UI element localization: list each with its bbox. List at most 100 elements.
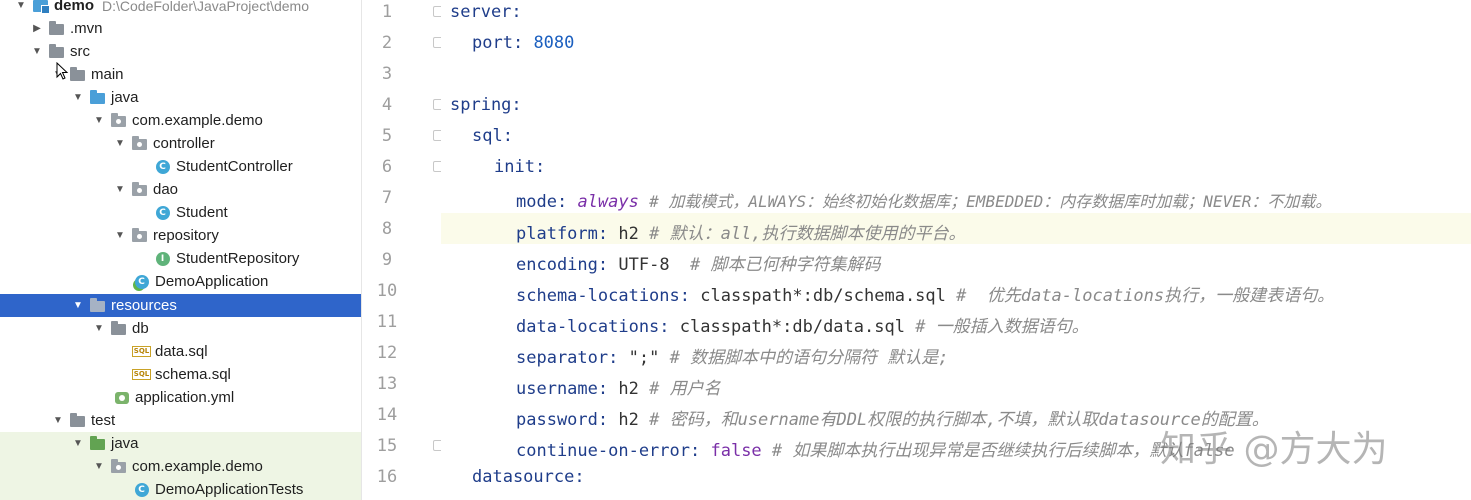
line-number: 7: [381, 188, 393, 208]
tree-item-label: DemoApplication: [155, 273, 269, 290]
line-number: 16: [376, 467, 398, 487]
tree-item-demo-application-tests[interactable]: C DemoApplicationTests: [0, 478, 361, 500]
chevron-down-icon[interactable]: ▼: [71, 300, 85, 311]
line-number: 6: [381, 157, 393, 177]
code-line-15[interactable]: continue-on-error: false # 如果脚本执行出现异常是否继…: [450, 436, 1235, 461]
tree-item-main[interactable]: ▼ main: [0, 63, 361, 86]
module-folder-icon: [32, 0, 50, 14]
tree-item-label: StudentRepository: [176, 250, 300, 267]
tree-item-data-sql[interactable]: SQL data.sql: [0, 340, 361, 363]
tree-item-label: com.example.demo: [132, 458, 263, 475]
code-line-8[interactable]: platform: h2 # 默认：all,执行数据脚本使用的平台。: [450, 219, 966, 244]
editor-gutter: 1 2 3 4 5 6 7 8 9 10 11 12 13 14 15 16: [363, 0, 471, 500]
project-tree: ▼ demo D:\CodeFolder\JavaProject\demo ▶ …: [0, 0, 362, 500]
tree-item-student-controller[interactable]: C StudentController: [0, 155, 361, 178]
source-folder-icon: [89, 90, 106, 105]
line-number: 8: [381, 219, 393, 239]
line-number: 14: [376, 405, 398, 425]
chevron-down-icon[interactable]: ▼: [71, 92, 85, 103]
chevron-down-icon[interactable]: ▼: [113, 138, 127, 149]
project-path: D:\CodeFolder\JavaProject\demo: [102, 0, 310, 14]
package-icon: [131, 228, 148, 243]
tree-item-java[interactable]: ▼ java: [0, 86, 361, 109]
tree-item-label: application.yml: [135, 389, 235, 406]
package-icon: [131, 136, 148, 151]
line-number: 12: [376, 343, 398, 363]
package-icon: [110, 113, 127, 128]
tree-item-label: data.sql: [155, 343, 208, 360]
chevron-down-icon[interactable]: ▼: [113, 184, 127, 195]
chevron-down-icon[interactable]: ▼: [71, 438, 85, 449]
project-name: demo: [54, 0, 95, 14]
tree-item-label: .mvn: [70, 20, 103, 37]
tree-item-controller[interactable]: ▼ controller: [0, 132, 361, 155]
package-icon: [110, 459, 127, 474]
tree-item-label: test: [91, 412, 116, 429]
tree-item-label: DemoApplicationTests: [155, 481, 304, 498]
chevron-down-icon[interactable]: ▼: [92, 461, 106, 472]
code-line-12[interactable]: separator: ";" # 数据脚本中的语句分隔符 默认是;: [450, 343, 949, 368]
code-line-2[interactable]: port: 8080: [450, 33, 574, 53]
chevron-down-icon[interactable]: ▼: [92, 115, 106, 126]
tree-item-demo[interactable]: ▼ demo D:\CodeFolder\JavaProject\demo: [0, 0, 361, 17]
tree-item-test-java[interactable]: ▼ java: [0, 432, 361, 455]
tree-item-label: controller: [153, 135, 215, 152]
chevron-down-icon[interactable]: ▼: [14, 0, 28, 11]
tree-item-label: src: [70, 43, 90, 60]
code-line-1[interactable]: server:: [450, 2, 522, 22]
line-number: 1: [381, 2, 393, 22]
tree-item-test-package[interactable]: ▼ com.example.demo: [0, 455, 361, 478]
chevron-down-icon[interactable]: ▼: [92, 323, 106, 334]
tree-item-label: com.example.demo: [132, 112, 263, 129]
tree-item-resources[interactable]: ▼ resources: [0, 294, 361, 317]
code-line-10[interactable]: schema-locations: classpath*:db/schema.s…: [450, 281, 1334, 306]
tree-item-src[interactable]: ▼ src: [0, 40, 361, 63]
chevron-down-icon[interactable]: ▼: [113, 230, 127, 241]
class-icon: C: [154, 205, 171, 220]
line-number: 13: [376, 374, 398, 394]
line-number: 2: [381, 33, 393, 53]
tree-item-dao[interactable]: ▼ dao: [0, 178, 361, 201]
folder-icon: [69, 413, 86, 428]
line-number: 10: [376, 281, 398, 301]
line-number: 15: [376, 436, 398, 456]
line-number: 11: [376, 312, 398, 332]
tree-item-label: dao: [153, 181, 179, 198]
tree-item-label: repository: [153, 227, 219, 244]
code-line-7[interactable]: mode: always # 加载模式，ALWAYS：始终初始化数据库；EMBE…: [450, 188, 1331, 212]
chevron-right-icon[interactable]: ▶: [30, 23, 44, 34]
tree-item-label: schema.sql: [155, 366, 231, 383]
spring-boot-class-icon: C: [133, 274, 150, 289]
sql-file-icon: SQL: [131, 346, 152, 357]
code-line-9[interactable]: encoding: UTF-8 # 脚本已何种字符集解码: [450, 250, 881, 275]
interface-icon: I: [154, 251, 171, 266]
watermark: 知乎 @方大为: [1160, 429, 1388, 470]
folder-icon: [48, 21, 65, 36]
tree-item-schema-sql[interactable]: SQL schema.sql: [0, 363, 361, 386]
chevron-down-icon[interactable]: ▼: [51, 415, 65, 426]
tree-item-label: StudentController: [176, 158, 293, 175]
code-line-11[interactable]: data-locations: classpath*:db/data.sql #…: [450, 312, 1089, 337]
tree-item-package[interactable]: ▼ com.example.demo: [0, 109, 361, 132]
tree-item-label: resources: [111, 297, 177, 314]
tree-item-demo-application[interactable]: C DemoApplication: [0, 270, 361, 293]
tree-item-repository[interactable]: ▼ repository: [0, 224, 361, 247]
code-line-16[interactable]: datasource:: [450, 467, 585, 487]
code-line-4[interactable]: spring:: [450, 95, 522, 115]
chevron-down-icon[interactable]: ▼: [30, 46, 44, 57]
class-icon: C: [133, 482, 150, 497]
folder-icon: [69, 67, 86, 82]
tree-item-test[interactable]: ▼ test: [0, 409, 361, 432]
line-number: 3: [381, 64, 393, 84]
folder-icon: [48, 44, 65, 59]
code-line-5[interactable]: sql:: [450, 126, 513, 146]
tree-item-mvn[interactable]: ▶ .mvn: [0, 17, 361, 40]
code-line-13[interactable]: username: h2 # 用户名: [450, 374, 721, 399]
tree-item-db[interactable]: ▼ db: [0, 317, 361, 340]
test-folder-icon: [89, 436, 106, 451]
tree-item-student[interactable]: C Student: [0, 201, 361, 224]
tree-item-application-yml[interactable]: application.yml: [0, 386, 361, 409]
code-line-14[interactable]: password: h2 # 密码，和username有DDL权限的执行脚本,不…: [450, 405, 1269, 430]
code-line-6[interactable]: init:: [450, 157, 545, 177]
tree-item-student-repository[interactable]: I StudentRepository: [0, 247, 361, 270]
